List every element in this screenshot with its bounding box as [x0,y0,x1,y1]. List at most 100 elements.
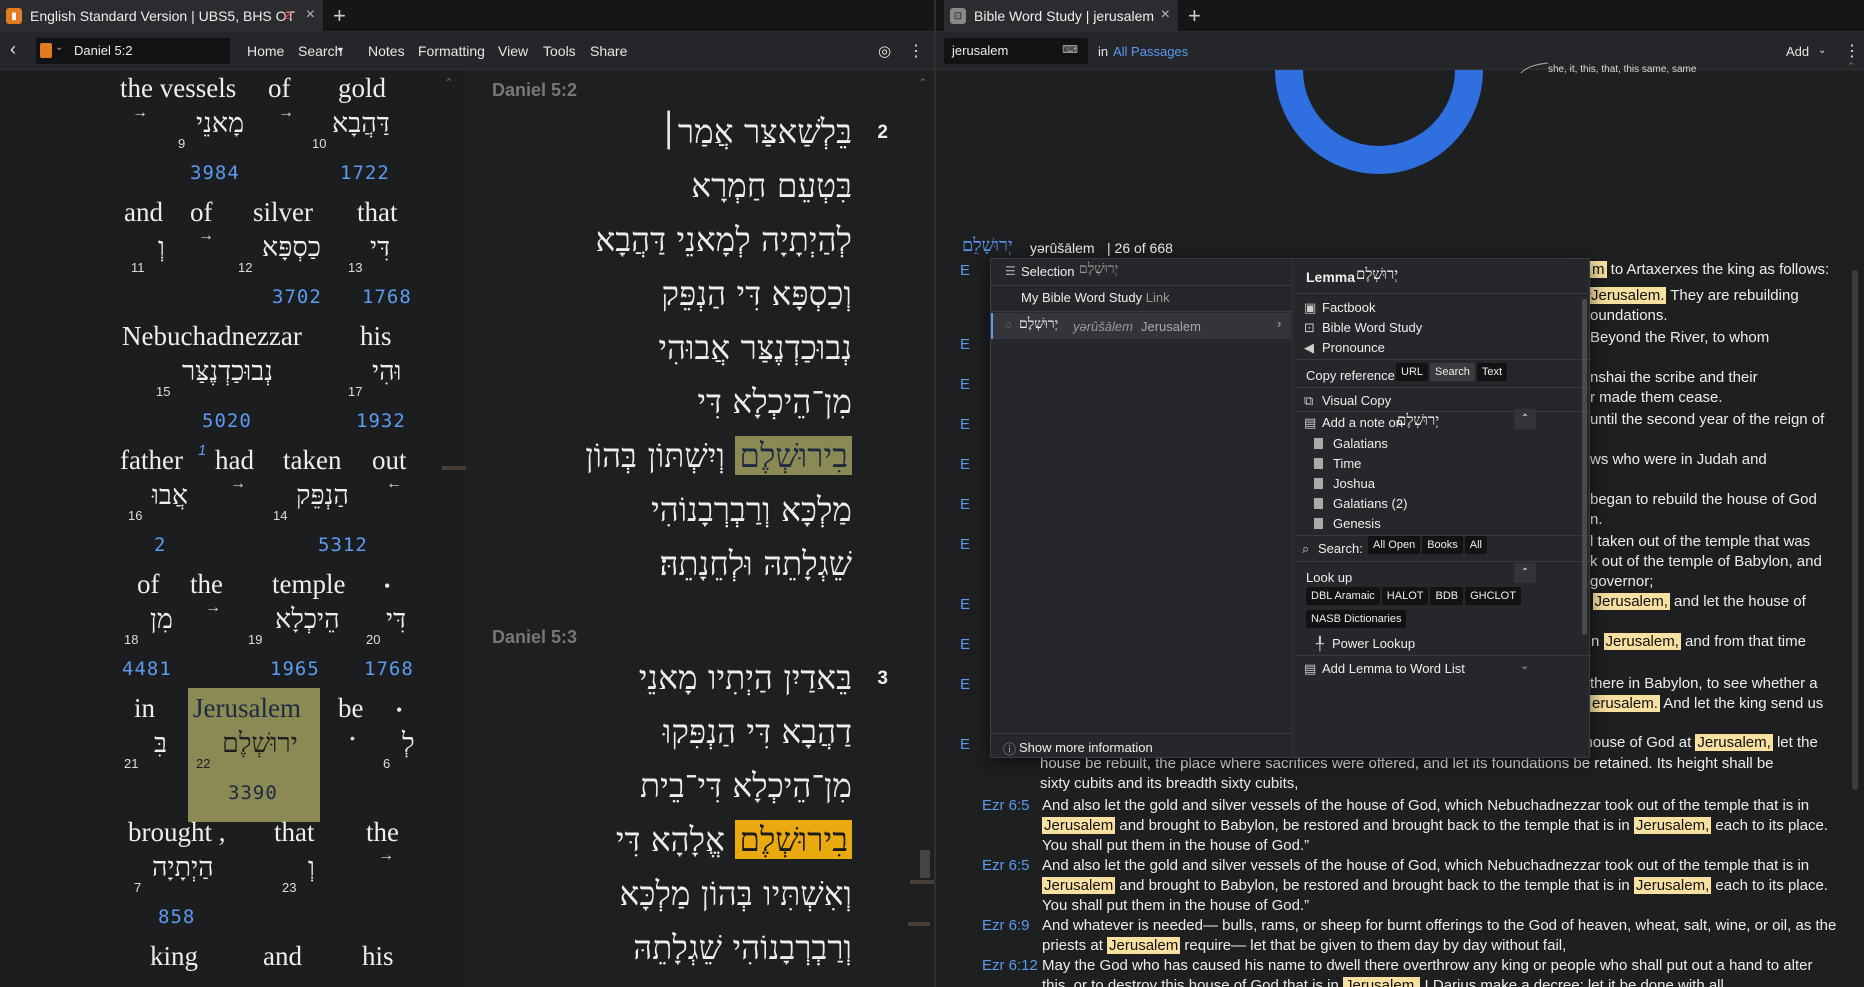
new-tab-icon[interactable]: + [333,3,346,29]
hit-highlight[interactable]: Jerusalem [1042,877,1116,894]
english-word[interactable]: father [120,445,183,476]
hit-highlight[interactable]: Jerusalem, [1633,817,1712,834]
chevron-down-icon[interactable]: ⌄ [1520,659,1529,672]
scrollbar-thumb[interactable] [920,850,930,878]
lookup-nasb-dictionaries[interactable]: NASB Dictionaries [1306,610,1407,628]
hebrew-line[interactable]: מַלְכָּא וְרַבְרְבָנוֹהִי [651,490,852,530]
reference-box[interactable]: ⌄ Daniel 5:2 [36,38,230,64]
note-target[interactable]: Joshua [1314,476,1375,491]
hebrew-line[interactable]: בִּטְעֵם חַמְרָא [691,166,852,206]
verse-number[interactable]: 3 [877,668,888,690]
verse-heading[interactable]: Daniel 5:3 [492,627,577,648]
lookup-halot[interactable]: HALOT [1381,587,1429,605]
hit-highlight[interactable]: Jerusalem. [1343,977,1421,987]
menu-share[interactable]: Share [590,43,627,59]
english-word[interactable]: gold [338,73,386,104]
hebrew-word[interactable]: מָאנֵי [196,108,244,139]
english-word[interactable]: out [372,445,407,476]
hit-highlight[interactable]: erusalem. [1590,695,1660,712]
ref-link[interactable]: E [960,261,970,281]
scroll-up-icon[interactable]: ⌃ [1846,60,1856,74]
english-word[interactable]: his [362,941,394,972]
english-word-selected[interactable]: Jerusalem [193,693,301,724]
hebrew-line[interactable]: מִן־הֵיכְלָא דִּי [697,382,852,422]
strongs-number[interactable]: 5312 [318,534,368,556]
visual-copy-item[interactable]: Visual Copy [1322,393,1391,408]
menu-formatting[interactable]: Formatting [418,43,485,59]
search-all-open-button[interactable]: All Open [1368,536,1421,554]
english-word[interactable]: that [274,817,315,848]
lookup-ghclot[interactable]: GHCLOT [1465,587,1521,605]
lookup-dbl-aramaic[interactable]: DBL Aramaic [1306,587,1380,605]
english-word[interactable]: taken [283,445,341,476]
hebrew-line[interactable]: וְאִשְׁתִּיו בְּהוֹן מַלְכָּא [620,874,852,914]
ref-link[interactable]: Ezr 6:9 [982,916,1030,936]
lemma-hebrew[interactable]: יְרוּשָׁלֵם [962,235,1013,256]
ref-link[interactable]: E [960,455,970,475]
ref-link[interactable]: E [960,535,970,555]
tab-bible-word-study[interactable]: ⊡ Bible Word Study | jerusalem × [944,0,1178,32]
strongs-number[interactable]: 1768 [364,658,414,680]
menu-search[interactable]: Search [298,43,342,59]
menu-notes[interactable]: Notes [368,43,405,59]
hebrew-word[interactable]: דִּי [386,604,406,635]
ref-link[interactable]: E [960,675,970,695]
scope-link[interactable]: All Passages [1113,44,1188,59]
show-more-info[interactable]: Show more information [1019,740,1153,755]
pane-splitter[interactable] [908,922,930,926]
hebrew-word[interactable]: בִּ [154,728,167,759]
verse-number[interactable]: 2 [877,122,888,144]
hit-highlight[interactable]: Jerusalem [1107,937,1181,954]
power-lookup-item[interactable]: Power Lookup [1332,636,1415,651]
factbook-item[interactable]: Factbook [1322,300,1375,315]
english-word[interactable]: in [134,693,155,724]
menu-scrollbar[interactable] [1582,299,1587,635]
hebrew-word-selected[interactable]: ירוּשְׁלֶם [222,728,298,759]
footnote-marker[interactable]: 1 [198,442,206,459]
more-icon[interactable]: ⋮ [1844,41,1860,61]
ref-link[interactable]: E [960,415,970,435]
more-icon[interactable]: ⋮ [908,41,924,61]
collapse-icon[interactable]: ⌃ [1514,563,1536,583]
english-word[interactable]: Nebuchadnezzar [122,321,302,352]
english-word[interactable]: brought , [128,817,226,848]
search-books-button[interactable]: Books [1422,536,1463,554]
lookup-bdb[interactable]: BDB [1430,587,1464,605]
note-target[interactable]: Time [1314,456,1361,471]
close-icon[interactable]: × [1161,6,1170,24]
hebrew-line[interactable]: מִן־הֵיכְלָא דִּי־בֵית [640,766,852,806]
ref-link[interactable]: E [960,495,970,515]
ref-link[interactable]: E [960,335,970,355]
english-word[interactable]: his [360,321,392,352]
menu-tools[interactable]: Tools [543,43,576,59]
add-button[interactable]: Add [1786,44,1809,59]
search-input-box[interactable]: jerusalem ⌨ [944,38,1088,64]
copy-text-button[interactable]: Text [1476,363,1508,381]
reference-input[interactable]: Daniel 5:2 [74,43,133,58]
hebrew-line[interactable]: שֵׁגְלָתֵהּ וּלְחֵנָתֵהּ׃ [659,544,852,584]
hit-highlight[interactable]: Jerusalem, [1592,593,1670,610]
strongs-number[interactable]: 1965 [270,658,320,680]
hebrew-line[interactable]: וְכַסְפָּא דִּי הַנְפֵּק [661,274,852,314]
menu-item-lemma[interactable]: ◌ יְרוּשְׁלֶם yərûšālem Jerusalem › [991,313,1291,339]
hit-highlight[interactable]: m [1590,261,1607,278]
hebrew-line[interactable]: דַהֲבָא דִּי הַנְפִּקוּ [663,712,852,752]
english-word[interactable]: had [215,445,254,476]
donut-segment[interactable] [1275,70,1483,174]
ref-link[interactable]: Ezr 6:12 [982,956,1038,976]
ref-link[interactable]: E [960,375,970,395]
pane-splitter[interactable] [442,466,466,470]
hebrew-line[interactable]: נְבוּכַדְנֶצַּר אֲבוּהִי [658,328,852,368]
strongs-number[interactable]: 4481 [122,658,172,680]
hebrew-line[interactable]: בִירוּשְׁלֶם אֱלָהָא דִּי [616,820,852,860]
scroll-up-icon[interactable]: ⌃ [918,76,928,90]
strongs-number[interactable]: 5020 [202,410,252,432]
menu-home[interactable]: Home [247,43,284,59]
check-circle-icon[interactable]: ◎ [878,42,891,60]
sync-icon[interactable]: ⊘ [283,8,293,22]
strongs-number[interactable]: 1768 [362,286,412,308]
ref-link[interactable]: E [960,595,970,615]
english-word[interactable]: king [150,941,198,972]
close-icon[interactable]: × [306,6,315,24]
english-word[interactable]: the vessels [120,73,236,104]
